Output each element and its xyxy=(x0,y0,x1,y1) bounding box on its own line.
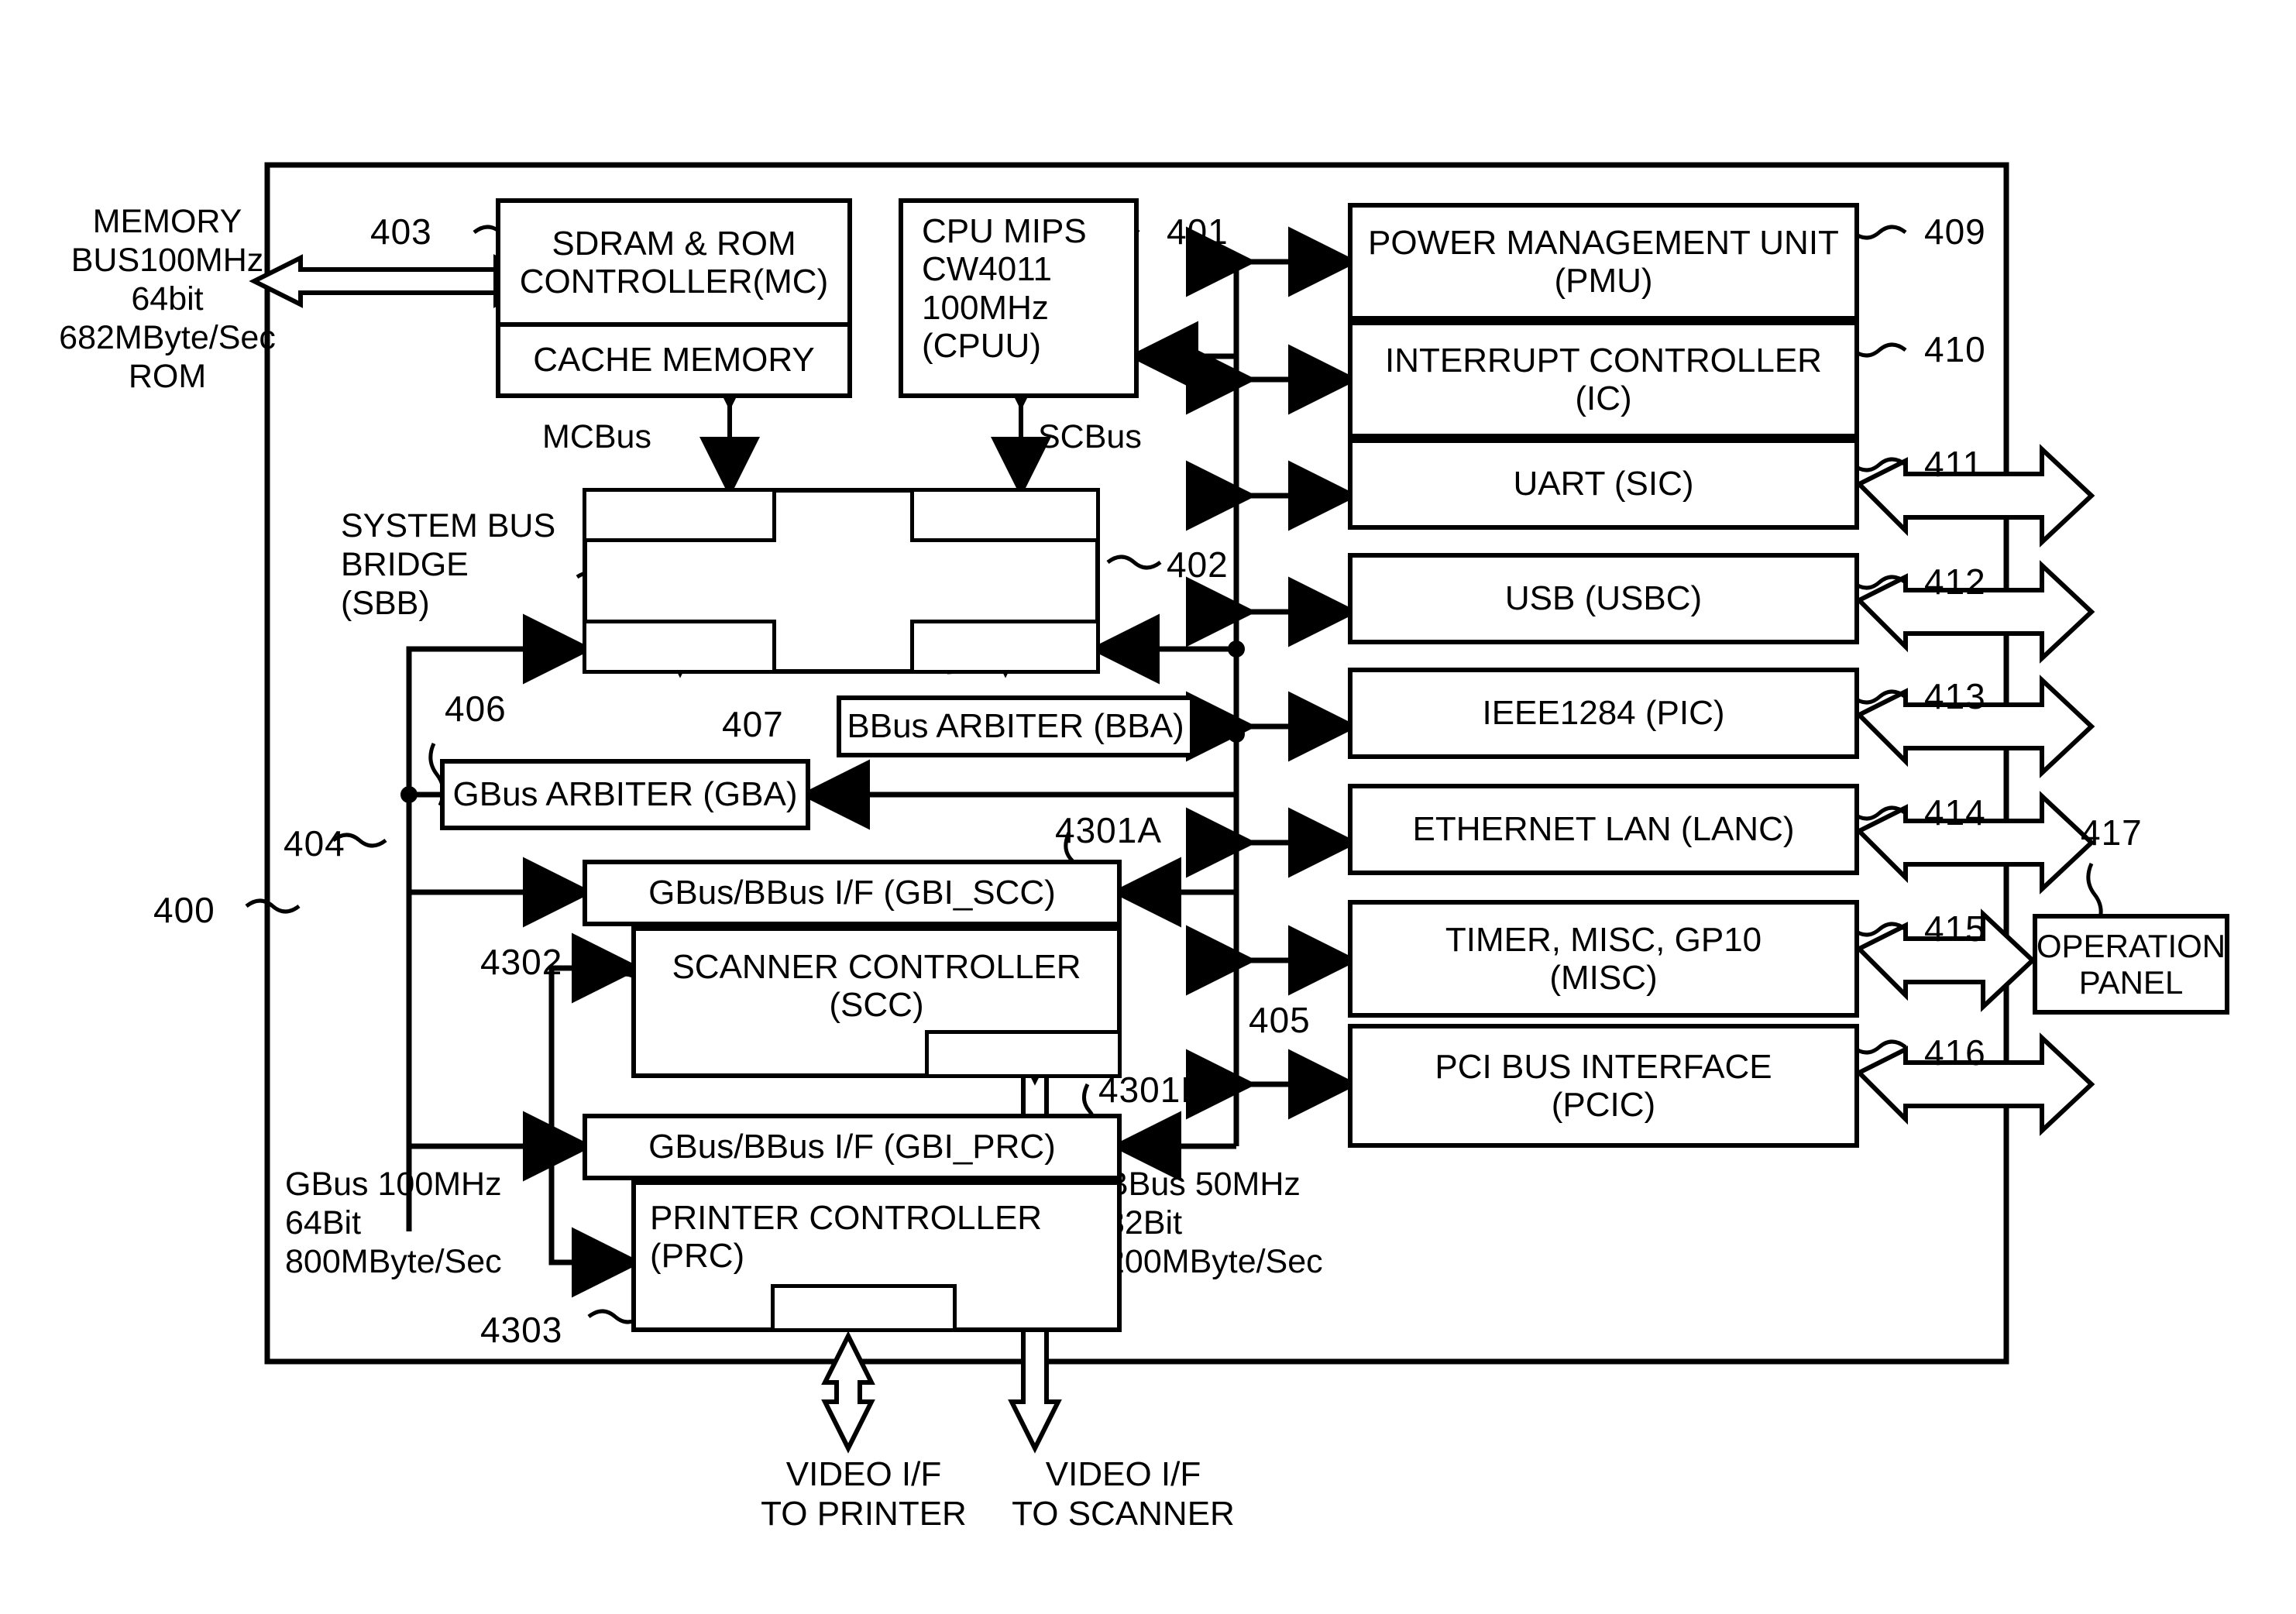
ref-416: 416 xyxy=(1924,1032,1986,1073)
ref-410: 410 xyxy=(1924,329,1986,369)
sbb-cell-top-right xyxy=(910,488,1100,542)
ref-4303: 4303 xyxy=(480,1310,563,1350)
ref-409: 409 xyxy=(1924,211,1986,252)
memory-bus-legend: MEMORY BUS100MHz 64bit 682MByte/Sec ROM xyxy=(59,203,276,395)
ref-401: 401 xyxy=(1167,211,1229,252)
operation-panel-block[interactable]: OPERATION PANEL xyxy=(2033,914,2229,1015)
video-if-scanner-label: VIDEO I/F TO SCANNER xyxy=(1012,1455,1235,1533)
gbi-prc-block[interactable]: GBus/BBus I/F (GBI_PRC) xyxy=(583,1114,1122,1180)
sbb-cell-bottom-left xyxy=(583,620,776,674)
video-if-printer-label: VIDEO I/F TO PRINTER xyxy=(761,1455,967,1533)
gbus-spec-legend: GBus 100MHz 64Bit 800MByte/Sec xyxy=(285,1166,502,1280)
memory-controller-label: SDRAM & ROM CONTROLLER(MC) xyxy=(519,224,829,300)
peripheral-ieee1284[interactable]: IEEE1284 (PIC) xyxy=(1348,668,1859,759)
scc-inner-cell xyxy=(925,1030,1122,1078)
ref-415: 415 xyxy=(1924,908,1986,949)
cpu-label: CPU MIPS CW4011 100MHz (CPUU) xyxy=(922,212,1087,365)
peripheral-timer-misc[interactable]: TIMER, MISC, GP10 (MISC) xyxy=(1348,900,1859,1018)
peripheral-uart[interactable]: UART (SIC) xyxy=(1348,438,1859,530)
peripheral-usb[interactable]: USB (USBC) xyxy=(1348,553,1859,644)
prc-inner-cell xyxy=(771,1284,957,1332)
sbb-cell-bottom-right xyxy=(910,620,1100,674)
ref-4301B: 4301B xyxy=(1098,1070,1206,1110)
ref-405: 405 xyxy=(1249,1000,1311,1040)
memory-controller-block[interactable]: SDRAM & ROM CONTROLLER(MC) CACHE MEMORY xyxy=(496,198,852,398)
sbb-cell-top-left xyxy=(583,488,776,542)
bbus-arbiter-block[interactable]: BBus ARBITER (BBA) xyxy=(837,695,1194,757)
sbb-label: SYSTEM BUS BRIDGE (SBB) xyxy=(341,507,556,622)
gbi-scc-block[interactable]: GBus/BBus I/F (GBI_SCC) xyxy=(583,860,1122,926)
ref-417: 417 xyxy=(2081,812,2143,853)
ref-4302: 4302 xyxy=(480,942,563,982)
gbus-arbiter-block[interactable]: GBus ARBITER (GBA) xyxy=(440,759,810,830)
cpu-block[interactable]: CPU MIPS CW4011 100MHz (CPUU) xyxy=(899,198,1139,398)
cache-memory-cell: CACHE MEMORY xyxy=(500,322,847,393)
ref-403: 403 xyxy=(370,211,432,252)
peripheral-interrupt-controller[interactable]: INTERRUPT CONTROLLER (IC) xyxy=(1348,321,1859,438)
ref-414: 414 xyxy=(1924,792,1986,833)
mcbus-label: MCBus xyxy=(542,418,651,455)
peripheral-pmu[interactable]: POWER MANAGEMENT UNIT (PMU) xyxy=(1348,203,1859,321)
ref-407: 407 xyxy=(722,704,784,744)
ref-406: 406 xyxy=(445,689,507,729)
peripheral-pci-bus-interface[interactable]: PCI BUS INTERFACE (PCIC) xyxy=(1348,1024,1859,1148)
ref-404: 404 xyxy=(284,823,345,864)
ref-4301A: 4301A xyxy=(1055,810,1163,850)
figure-canvas: MEMORY BUS100MHz 64bit 682MByte/Sec ROM GBus… xyxy=(0,0,2296,1614)
ref-412: 412 xyxy=(1924,561,1986,602)
ref-400: 400 xyxy=(153,890,215,930)
ref-402: 402 xyxy=(1167,544,1229,585)
peripheral-ethernet-lan[interactable]: ETHERNET LAN (LANC) xyxy=(1348,784,1859,875)
ref-411: 411 xyxy=(1924,444,1984,484)
ref-413: 413 xyxy=(1924,676,1986,716)
bbus-spec-legend: BBus 50MHz 32Bit 200MByte/Sec xyxy=(1106,1166,1323,1280)
scbus-label: SCBus xyxy=(1038,418,1142,455)
